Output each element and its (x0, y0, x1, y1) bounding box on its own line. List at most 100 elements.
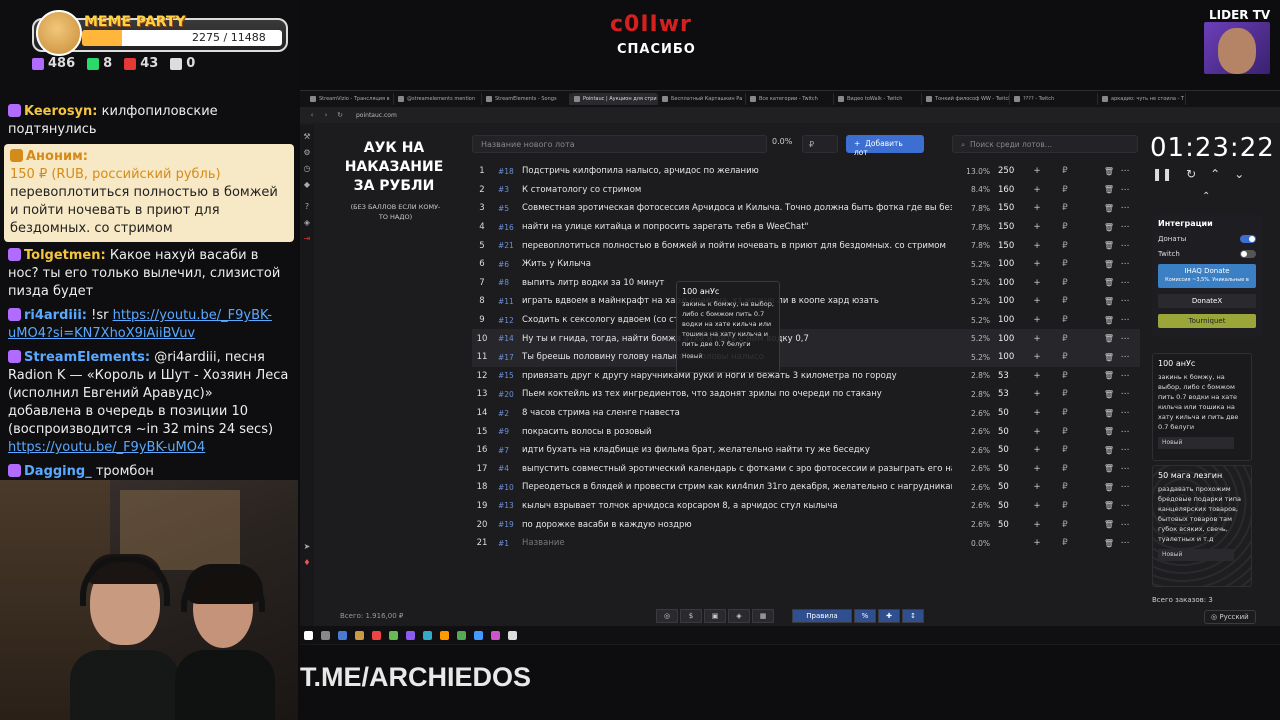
donations-toggle[interactable] (1240, 235, 1256, 243)
more-icon[interactable]: ⋯ (1114, 296, 1136, 306)
twitch-toggle[interactable] (1240, 250, 1256, 258)
windows-icon[interactable] (304, 630, 313, 640)
browser-tab[interactable]: StreamElements - Songs (482, 93, 570, 105)
lot-amount[interactable]: 160 (990, 185, 1024, 195)
app-icon[interactable] (491, 630, 500, 640)
brand-icon[interactable]: ♦ (303, 559, 311, 567)
chat-username[interactable]: ri4ardiii: (24, 308, 87, 323)
card-tag-select[interactable]: Новый (1158, 437, 1234, 449)
ruble-icon[interactable]: ₽ (1050, 352, 1080, 362)
ruble-icon[interactable]: ₽ (1050, 259, 1080, 269)
lot-name[interactable]: Совместная эротическая фотосессия Арчидо… (520, 203, 952, 213)
chat-username[interactable]: Keerosyn: (24, 104, 98, 119)
add-amount-icon[interactable]: + (1024, 408, 1050, 418)
toolbar-button[interactable]: ▣ (704, 609, 726, 623)
lot-amount[interactable]: 150 (990, 241, 1024, 251)
lot-name[interactable]: перевоплотиться полностью в бомжей и пой… (520, 241, 952, 251)
lot-amount[interactable]: 100 (990, 259, 1024, 269)
trash-icon[interactable]: 🗑 (1080, 185, 1114, 194)
lot-amount[interactable]: 100 (990, 334, 1024, 344)
lot-amount[interactable]: 100 (990, 278, 1024, 288)
app-icon[interactable] (372, 630, 381, 640)
trash-icon[interactable]: 🗑 (1080, 167, 1114, 176)
trash-icon[interactable]: 🗑 (1080, 316, 1114, 325)
add-lot-button[interactable]: + Добавить лот (846, 135, 924, 157)
add-amount-icon[interactable]: + (1024, 538, 1050, 548)
more-icon[interactable]: ⋯ (1114, 389, 1136, 399)
new-lot-amount-input[interactable]: ₽ (802, 135, 838, 153)
lot-amount[interactable]: 150 (990, 222, 1024, 232)
add-amount-icon[interactable]: + (1024, 315, 1050, 325)
app-icon[interactable] (508, 630, 517, 640)
help-icon[interactable]: ? (303, 203, 311, 211)
trash-icon[interactable]: 🗑 (1080, 297, 1114, 306)
ruble-icon[interactable]: ₽ (1050, 278, 1080, 288)
add-amount-icon[interactable]: + (1024, 389, 1050, 399)
lot-amount[interactable]: 53 (990, 371, 1024, 381)
lot-name[interactable]: 8 часов стрима на сленге гнавеста (520, 408, 952, 418)
trash-icon[interactable]: 🗑 (1080, 353, 1114, 362)
search-icon[interactable] (321, 630, 330, 640)
reload-icon[interactable]: ↻ (336, 111, 344, 119)
trash-icon[interactable]: 🗑 (1080, 409, 1114, 418)
ruble-icon[interactable]: ₽ (1050, 520, 1080, 530)
lot-amount[interactable]: 50 (990, 427, 1024, 437)
add-amount-icon[interactable]: + (1024, 464, 1050, 474)
restart-icon[interactable]: ↻ (1186, 167, 1196, 181)
chat-link[interactable]: https://youtu.be/_F9yBK-uMO4 (8, 440, 205, 455)
browser-tab[interactable]: StreamVizio - Трансляция в (306, 93, 394, 105)
ruble-icon[interactable]: ₽ (1050, 389, 1080, 399)
more-icon[interactable]: ⋯ (1114, 222, 1136, 232)
trash-icon[interactable]: 🗑 (1080, 223, 1114, 232)
add-amount-icon[interactable]: + (1024, 352, 1050, 362)
trash-icon[interactable]: 🗑 (1080, 501, 1114, 510)
more-icon[interactable]: ⋯ (1114, 315, 1136, 325)
ruble-icon[interactable]: ₽ (1050, 185, 1080, 195)
add-amount-icon[interactable]: + (1024, 501, 1050, 511)
lot-amount[interactable]: 50 (990, 408, 1024, 418)
chat-username[interactable]: Dagging_ (24, 464, 92, 479)
lot-row[interactable]: 21 #1 Название 0.0% + ₽ 🗑 ⋯ (472, 534, 1140, 553)
lot-name[interactable]: идти бухать на кладбище из фильма брат, … (520, 445, 952, 455)
back-icon[interactable]: ‹ (308, 111, 316, 119)
app-icon[interactable] (457, 630, 466, 640)
lot-search-input[interactable]: ⌕ Поиск среди лотов... (952, 135, 1138, 153)
lot-row[interactable]: 10 #14 Ну ты и гнида, тогда, найти бомжа а… (472, 329, 1140, 348)
add-amount-icon[interactable]: + (1024, 166, 1050, 176)
lot-amount[interactable]: 100 (990, 296, 1024, 306)
lot-amount[interactable]: 250 (990, 166, 1024, 176)
toolbar-button[interactable]: ▦ (752, 609, 774, 623)
ruble-icon[interactable]: ₽ (1050, 241, 1080, 251)
ruble-icon[interactable]: ₽ (1050, 445, 1080, 455)
more-icon[interactable]: ⋯ (1114, 538, 1136, 548)
ruble-icon[interactable]: ₽ (1050, 315, 1080, 325)
ruble-icon[interactable]: ₽ (1050, 482, 1080, 492)
lot-name[interactable]: К стоматологу со стримом (520, 185, 952, 195)
app-icon[interactable] (355, 630, 364, 640)
lot-row[interactable]: 13 #20 Пьем коктейль из тех ингредиентов, … (472, 385, 1140, 404)
ruble-icon[interactable]: ₽ (1050, 222, 1080, 232)
lot-name[interactable]: Пьем коктейль из тех ингредиентов, что з… (520, 389, 952, 399)
browser-tab[interactable]: Pointauc | Аукцион для стри (570, 93, 658, 105)
app-icon[interactable] (389, 630, 398, 640)
browser-tab[interactable]: Бесплатный Карташкин Ра (658, 93, 746, 105)
lot-row[interactable]: 16 #7 идти бухать на кладбище из фильма бр… (472, 441, 1140, 460)
trash-icon[interactable]: 🗑 (1080, 260, 1114, 269)
shield-icon[interactable]: ◈ (303, 219, 311, 227)
app-icon[interactable] (338, 630, 347, 640)
trash-icon[interactable]: 🗑 (1080, 241, 1114, 250)
lot-amount[interactable]: 150 (990, 203, 1024, 213)
lot-row[interactable]: 18 #10 Переодеться в блядей и провести стр… (472, 478, 1140, 497)
add-amount-icon[interactable]: + (1024, 203, 1050, 213)
history-icon[interactable]: ◷ (303, 165, 311, 173)
settings-icon[interactable]: ⚙ (303, 149, 311, 157)
ruble-icon[interactable]: ₽ (1050, 427, 1080, 437)
lot-row[interactable]: 7 #8 выпить литр водки за 10 минут 5.2% 100 +… (472, 274, 1140, 293)
lot-name[interactable]: найти на улице китайца и попросить зарег… (520, 222, 952, 232)
lot-row[interactable]: 15 #9 покрасить волосы в розовый 2.6% 50 + ₽ 🗑 ⋯ (472, 422, 1140, 441)
trash-icon[interactable]: 🗑 (1080, 204, 1114, 213)
trash-icon[interactable]: 🗑 (1080, 464, 1114, 473)
timer-minus-icon[interactable]: ⌃ (1210, 167, 1220, 181)
more-icon[interactable]: ⋯ (1114, 482, 1136, 492)
app-icon[interactable] (474, 630, 483, 640)
